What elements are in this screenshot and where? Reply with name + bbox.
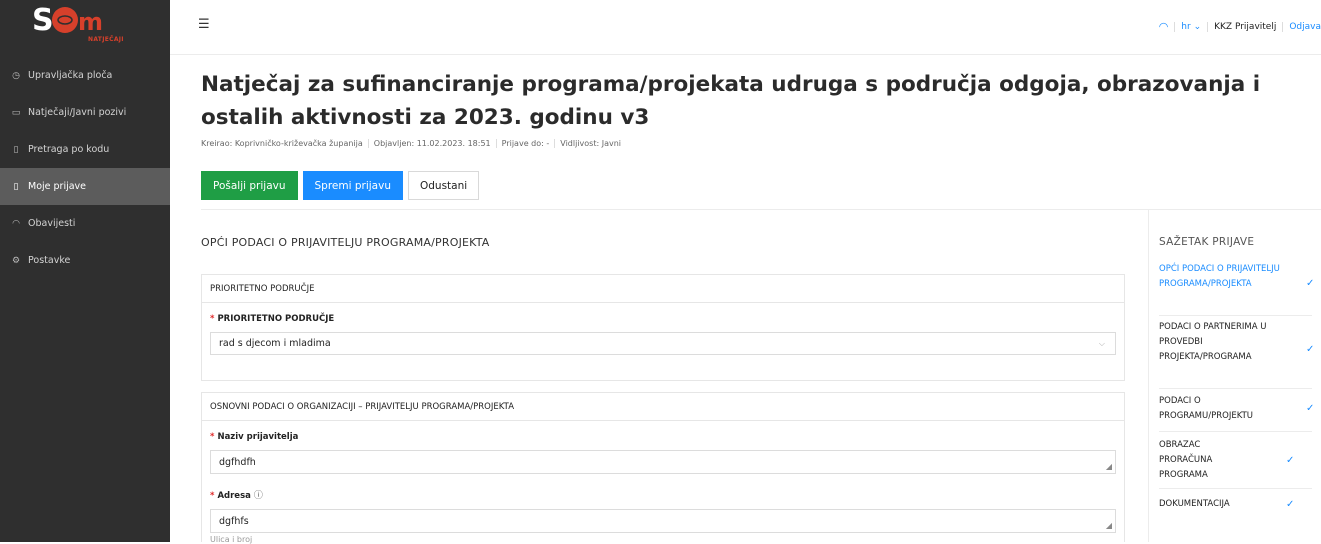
check-icon: ✓ bbox=[1306, 344, 1315, 355]
dashboard-icon: ◷ bbox=[12, 70, 20, 81]
address-field[interactable]: dgfhfs ◢ bbox=[210, 509, 1116, 533]
divider bbox=[1159, 388, 1312, 389]
sidebar-item-label: Obavijesti bbox=[28, 218, 76, 229]
sidebar-item-natjecaji[interactable]: ▭ Natječaji/Javni pozivi bbox=[0, 94, 170, 131]
field-label-text: PRIORITETNO PODRUČJE bbox=[217, 314, 335, 324]
sidebar-item-label: Upravljačka ploča bbox=[28, 70, 113, 81]
divider bbox=[1159, 431, 1312, 432]
divider bbox=[1159, 488, 1312, 489]
sidebar-item-label: Postavke bbox=[28, 255, 71, 266]
app-logo[interactable]: S m NATJEČAJI bbox=[0, 0, 170, 48]
chevron-down-icon: ⌵ bbox=[1098, 338, 1105, 348]
field-label-text: Naziv prijavitelja bbox=[217, 432, 299, 442]
summary-item-budget[interactable]: OBRAZAC PRORAČUNA PROGRAMA ✓ bbox=[1159, 438, 1294, 483]
summary-item-documentation[interactable]: DOKUMENTACIJA ✓ bbox=[1159, 497, 1294, 512]
field-value: dgfhfs bbox=[219, 516, 249, 527]
topbar: ☰ ◠ hr ⌄ KKZ Prijavitelj Odjava bbox=[170, 0, 1321, 55]
gear-icon: ⚙ bbox=[11, 255, 21, 266]
summary-item-general[interactable]: OPĆI PODACI O PRIJAVITELJU PROGRAMA/PROJ… bbox=[1159, 262, 1314, 292]
bell-icon: ◠ bbox=[12, 218, 20, 229]
field-label: * Adresa ⓘ bbox=[202, 488, 1124, 501]
divider bbox=[495, 139, 497, 148]
meta-created: Kreirao: Koprivničko-križevačka županija bbox=[201, 139, 363, 148]
svg-text:m: m bbox=[78, 8, 102, 36]
divider bbox=[1174, 21, 1176, 32]
divider bbox=[1159, 315, 1312, 316]
section-title: OPĆI PODACI O PRIJAVITELJU PROGRAMA/PROJ… bbox=[201, 236, 490, 249]
folder-icon: ▭ bbox=[11, 107, 21, 118]
summary-item-label: OPĆI PODACI O PRIJAVITELJU PROGRAMA/PROJ… bbox=[1159, 264, 1280, 289]
summary-item-label: DOKUMENTACIJA bbox=[1159, 499, 1230, 509]
language-value: hr bbox=[1181, 21, 1191, 32]
divider bbox=[1207, 21, 1209, 32]
info-icon[interactable]: ⓘ bbox=[254, 491, 263, 501]
summary-item-label: OBRAZAC PRORAČUNA PROGRAMA bbox=[1159, 440, 1213, 480]
summary-title: SAŽETAK PRIJAVE bbox=[1159, 236, 1255, 248]
user-name[interactable]: KKZ Prijavitelj bbox=[1214, 22, 1276, 32]
applicant-name-field[interactable]: dgfhdfh ◢ bbox=[210, 450, 1116, 474]
address-hint: Ulica i broj bbox=[210, 535, 253, 544]
language-selector[interactable]: hr ⌄ bbox=[1181, 22, 1201, 32]
summary-item-label: PODACI O PROGRAMU/PROJEKTU bbox=[1159, 396, 1254, 421]
svg-text:S: S bbox=[32, 3, 54, 37]
priority-card: PRIORITETNO PODRUČJE * PRIORITETNO PODRUČ… bbox=[201, 274, 1125, 381]
sidebar: S m NATJEČAJI ◷ Upravljačka ploča ▭ Natj… bbox=[0, 0, 170, 542]
summary-item-label: PODACI O PARTNERIMA U PROVEDBI PROJEKTA/… bbox=[1159, 322, 1267, 362]
sidebar-item-obavijesti[interactable]: ◠ Obavijesti bbox=[0, 205, 170, 242]
required-marker: * bbox=[210, 432, 215, 442]
sidebar-item-postavke[interactable]: ⚙ Postavke bbox=[0, 242, 170, 279]
action-bar: Pošalji prijavu Spremi prijavu Odustani bbox=[201, 171, 480, 200]
menu-toggle-icon[interactable]: ☰ bbox=[198, 17, 210, 32]
organization-card: OSNOVNI PODACI O ORGANIZACIJI – PRIJAVIT… bbox=[201, 392, 1125, 544]
card-header: OSNOVNI PODACI O ORGANIZACIJI – PRIJAVIT… bbox=[202, 393, 1124, 421]
summary-item-partners[interactable]: PODACI O PARTNERIMA U PROVEDBI PROJEKTA/… bbox=[1159, 320, 1314, 365]
meta-published: Objavljen: 11.02.2023. 18:51 bbox=[373, 139, 491, 148]
required-marker: * bbox=[210, 491, 215, 501]
sidebar-item-pretraga[interactable]: ▯ Pretraga po kodu bbox=[0, 131, 170, 168]
divider bbox=[1282, 21, 1284, 32]
resize-handle-icon[interactable]: ◢ bbox=[1106, 462, 1112, 471]
document-icon: ▯ bbox=[13, 181, 19, 192]
field-value: dgfhdfh bbox=[219, 457, 256, 468]
check-icon: ✓ bbox=[1306, 403, 1315, 414]
application-summary: SAŽETAK PRIJAVE OPĆI PODACI O PRIJAVITEL… bbox=[1148, 210, 1321, 542]
meta-deadline: Prijave do: - bbox=[501, 139, 550, 148]
divider bbox=[367, 139, 369, 148]
logout-link[interactable]: Odjava bbox=[1289, 22, 1321, 32]
sidebar-item-upravljacka-ploca[interactable]: ◷ Upravljačka ploča bbox=[0, 57, 170, 94]
check-icon: ✓ bbox=[1306, 278, 1315, 289]
sidebar-item-label: Pretraga po kodu bbox=[28, 144, 110, 155]
sidebar-item-label: Moje prijave bbox=[28, 181, 87, 192]
field-label: * Naziv prijavitelja bbox=[202, 432, 1124, 442]
sidebar-item-moje-prijave[interactable]: ▯ Moje prijave bbox=[0, 168, 170, 205]
som-logo-icon: S m bbox=[32, 3, 102, 37]
cancel-button[interactable]: Odustani bbox=[407, 171, 480, 200]
notification-bell-icon[interactable]: ◠ bbox=[1159, 20, 1169, 33]
field-label-text: Adresa bbox=[217, 491, 251, 501]
summary-item-program[interactable]: PODACI O PROGRAMU/PROJEKTU ✓ bbox=[1159, 394, 1314, 424]
send-application-button[interactable]: Pošalji prijavu bbox=[201, 171, 298, 200]
brand-subtitle: NATJEČAJI bbox=[88, 36, 124, 43]
select-value: rad s djecom i mladima bbox=[219, 338, 331, 349]
save-application-button[interactable]: Spremi prijavu bbox=[302, 171, 403, 200]
page-meta: Kreirao: Koprivničko-križevačka županija… bbox=[201, 139, 621, 148]
check-icon: ✓ bbox=[1286, 499, 1295, 510]
meta-visibility: Vidljivost: Javni bbox=[560, 139, 621, 148]
chevron-down-icon: ⌄ bbox=[1193, 21, 1202, 32]
card-header: PRIORITETNO PODRUČJE bbox=[202, 275, 1124, 303]
priority-select[interactable]: rad s djecom i mladima ⌵ bbox=[210, 332, 1116, 355]
page-title: Natječaj za sufinanciranje programa/proj… bbox=[201, 72, 1261, 130]
resize-handle-icon[interactable]: ◢ bbox=[1106, 521, 1112, 530]
topbar-user-area: ◠ hr ⌄ KKZ Prijavitelj Odjava bbox=[1159, 20, 1321, 33]
document-icon: ▯ bbox=[13, 144, 19, 155]
required-marker: * bbox=[210, 314, 215, 324]
divider bbox=[554, 139, 556, 148]
sidebar-item-label: Natječaji/Javni pozivi bbox=[28, 107, 127, 118]
check-icon: ✓ bbox=[1286, 455, 1295, 466]
field-label: * PRIORITETNO PODRUČJE bbox=[202, 314, 1124, 324]
